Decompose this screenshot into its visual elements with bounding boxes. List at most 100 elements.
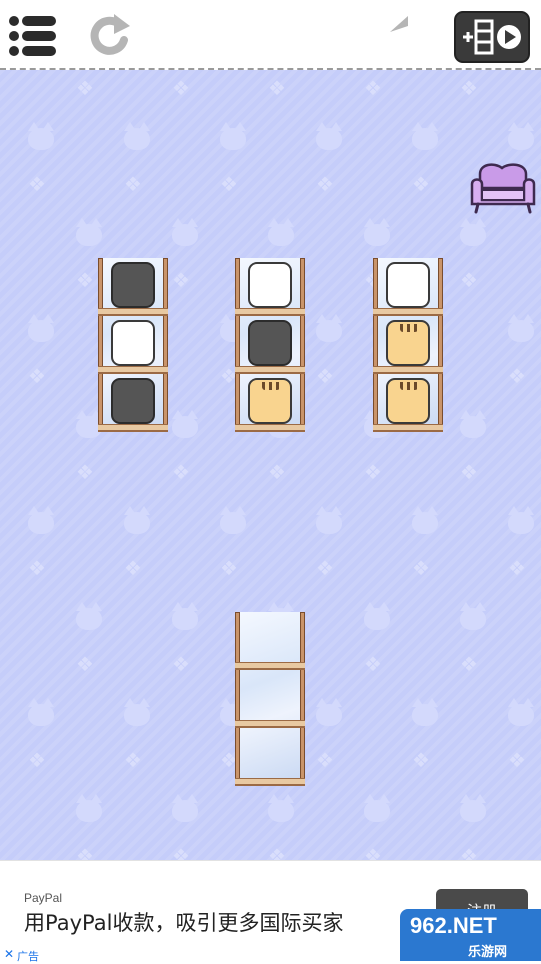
white-cat[interactable]: [386, 262, 430, 308]
paw-print-decoration: ❖: [364, 76, 382, 100]
cat-head-decoration: [268, 794, 294, 822]
shelf-board: [235, 662, 305, 670]
paw-print-decoration: ❖: [316, 748, 334, 772]
paw-print-decoration: ❖: [460, 76, 478, 100]
cat-head-decoration: [508, 506, 534, 534]
paw-print-decoration: ❖: [316, 364, 334, 388]
cat-head-decoration: [28, 506, 54, 534]
paw-print-decoration: ❖: [76, 844, 94, 860]
cat-head-decoration: [508, 314, 534, 342]
tabby-cat[interactable]: [386, 378, 430, 424]
sofa-button[interactable]: [468, 160, 538, 216]
paw-print-decoration: ❖: [220, 172, 238, 196]
paw-print-decoration: ❖: [76, 76, 94, 100]
paw-print-decoration: ❖: [124, 172, 142, 196]
paw-print-decoration: ❖: [76, 460, 94, 484]
ad-close-icon[interactable]: ✕: [4, 947, 14, 961]
shelf-board: [98, 308, 168, 316]
restart-icon: [90, 14, 130, 55]
paw-print-decoration: ❖: [412, 172, 430, 196]
paw-print-decoration: ❖: [460, 268, 478, 292]
paw-print-decoration: ❖: [508, 556, 526, 580]
ad-title[interactable]: 用PayPal收款，吸引更多国际买家: [24, 907, 343, 937]
cat-head-decoration: [316, 698, 342, 726]
undo-arrow-icon: [390, 16, 408, 32]
paw-print-decoration: ❖: [76, 652, 94, 676]
cat-head-decoration: [316, 122, 342, 150]
add-shelf-button[interactable]: [454, 11, 530, 63]
black-cat[interactable]: [248, 320, 292, 366]
top-toolbar: [0, 0, 541, 70]
cat-head-decoration: [76, 602, 102, 630]
cat-head-decoration: [124, 506, 150, 534]
shelf-board: [235, 424, 305, 432]
paw-print-decoration: ❖: [28, 748, 46, 772]
shelf-post: [235, 612, 240, 786]
paw-print-decoration: ❖: [76, 268, 94, 292]
shelf-board: [235, 308, 305, 316]
black-cat[interactable]: [111, 262, 155, 308]
white-cat[interactable]: [111, 320, 155, 366]
watermark-top: 962.NET: [410, 913, 497, 938]
black-cat[interactable]: [111, 378, 155, 424]
paw-print-decoration: ❖: [460, 460, 478, 484]
shelf-post: [438, 258, 443, 432]
shelf-board: [235, 778, 305, 786]
shelf-board: [373, 308, 443, 316]
paw-print-decoration: ❖: [28, 172, 46, 196]
cat-head-decoration: [28, 314, 54, 342]
shelf-2[interactable]: [235, 258, 305, 432]
ad-banner[interactable]: PayPal 用PayPal收款，吸引更多国际买家 注册 ✕ 广告 962.NE…: [0, 860, 541, 963]
shelf-1[interactable]: [98, 258, 168, 432]
cat-head-decoration: [460, 602, 486, 630]
add-shelf-video-icon: [454, 11, 530, 63]
cat-head-decoration: [28, 698, 54, 726]
paw-print-decoration: ❖: [28, 364, 46, 388]
shelf-post: [163, 258, 168, 432]
cat-head-decoration: [124, 122, 150, 150]
paw-print-decoration: ❖: [268, 844, 286, 860]
cat-head-decoration: [508, 122, 534, 150]
shelf-post: [373, 258, 378, 432]
cat-head-decoration: [172, 602, 198, 630]
watermark-logo: 962.NET 乐游网: [400, 909, 541, 961]
menu-button[interactable]: [6, 10, 58, 62]
shelf-post: [300, 612, 305, 786]
paw-print-decoration: ❖: [508, 364, 526, 388]
paw-print-decoration: ❖: [172, 268, 190, 292]
restart-button[interactable]: [84, 10, 136, 62]
shelf-post: [300, 258, 305, 432]
cat-head-decoration: [412, 506, 438, 534]
cat-head-decoration: [460, 410, 486, 438]
paw-print-decoration: ❖: [28, 556, 46, 580]
shelf-board: [373, 366, 443, 374]
shelf-4[interactable]: [235, 612, 305, 786]
shelf-3[interactable]: [373, 258, 443, 432]
cat-head-decoration: [220, 506, 246, 534]
paw-print-decoration: ❖: [460, 652, 478, 676]
watermark-bottom: 乐游网: [468, 945, 508, 960]
paw-print-decoration: ❖: [316, 172, 334, 196]
shelf-board: [235, 720, 305, 728]
cat-head-decoration: [364, 602, 390, 630]
cat-head-decoration: [460, 794, 486, 822]
cat-head-decoration: [508, 698, 534, 726]
paw-print-decoration: ❖: [316, 556, 334, 580]
tabby-cat[interactable]: [386, 320, 430, 366]
paw-print-decoration: ❖: [172, 460, 190, 484]
paw-print-decoration: ❖: [460, 844, 478, 860]
cat-head-decoration: [28, 122, 54, 150]
shelf-board: [235, 366, 305, 374]
paw-print-decoration: ❖: [220, 556, 238, 580]
white-cat[interactable]: [248, 262, 292, 308]
shelf-board: [98, 424, 168, 432]
cat-head-decoration: [412, 698, 438, 726]
cat-head-decoration: [316, 314, 342, 342]
cat-head-decoration: [220, 122, 246, 150]
tabby-cat[interactable]: [248, 378, 292, 424]
cat-head-decoration: [460, 218, 486, 246]
cat-head-decoration: [172, 794, 198, 822]
cat-head-decoration: [364, 794, 390, 822]
paw-print-decoration: ❖: [364, 460, 382, 484]
undo-button[interactable]: [386, 10, 438, 62]
